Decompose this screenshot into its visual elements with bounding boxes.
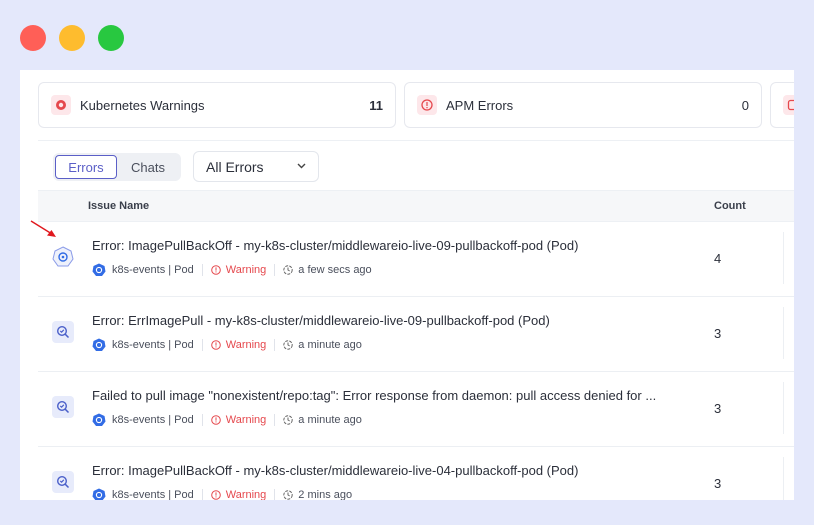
kubernetes-icon	[52, 246, 74, 268]
divider	[201, 489, 203, 500]
divider	[274, 339, 276, 351]
warning-icon	[210, 265, 221, 275]
main-content: Kubernetes Warnings 11 APM Errors 0 Erro…	[20, 70, 794, 500]
issue-count: 3	[714, 326, 722, 341]
table-row[interactable]: Error: ErrImagePull - my-k8s-cluster/mid…	[38, 297, 794, 372]
divider	[783, 457, 784, 500]
time-label: a minute ago	[298, 339, 362, 351]
issue-title[interactable]: Error: ImagePullBackOff - my-k8s-cluster…	[92, 238, 698, 253]
k8s-logo-icon	[92, 413, 106, 426]
severity-badge: Warning	[210, 489, 267, 500]
apm-error-icon	[417, 95, 437, 115]
warning-icon	[210, 340, 221, 350]
issue-count: 3	[714, 476, 722, 491]
card-partial[interactable]	[770, 82, 794, 128]
card-label: APM Errors	[446, 97, 514, 113]
issue-time: a few secs ago	[283, 264, 372, 276]
issue-title[interactable]: Failed to pull image "nonexistent/repo:t…	[92, 388, 698, 403]
issue-time: a minute ago	[283, 414, 362, 426]
severity-label: Warning	[225, 339, 267, 351]
clock-icon	[283, 490, 293, 500]
card-kubernetes-warnings[interactable]: Kubernetes Warnings 11	[38, 82, 396, 128]
issue-meta: k8s-events | Pod Warning a few secs ago	[92, 263, 372, 277]
warning-icon	[210, 490, 221, 500]
issue-source: k8s-events | Pod	[112, 414, 194, 426]
clock-icon	[283, 415, 293, 425]
error-icon	[783, 95, 794, 115]
divider	[274, 489, 276, 500]
divider	[783, 232, 784, 284]
warning-icon	[210, 415, 221, 425]
card-apm-errors[interactable]: APM Errors 0	[404, 82, 762, 128]
card-label: Kubernetes Warnings	[80, 97, 205, 113]
divider	[274, 264, 276, 276]
search-icon	[52, 321, 74, 343]
issue-count: 3	[714, 401, 722, 416]
issue-meta: k8s-events | Pod Warning 2 mins ago	[92, 488, 352, 500]
issue-time: 2 mins ago	[283, 489, 352, 500]
summary-cards: Kubernetes Warnings 11 APM Errors 0	[38, 82, 794, 130]
toolbar: Errors Chats All Errors	[38, 140, 794, 190]
k8s-logo-icon	[92, 263, 106, 276]
search-icon	[52, 471, 74, 493]
divider	[783, 307, 784, 359]
card-count: 0	[741, 97, 749, 113]
table-header: Issue Name Count	[38, 190, 794, 222]
tab-chats[interactable]: Chats	[117, 155, 179, 179]
issue-source: k8s-events | Pod	[112, 264, 194, 276]
pointer-arrow-icon	[30, 220, 56, 237]
issue-source: k8s-events | Pod	[112, 489, 194, 500]
minimize-window-button[interactable]	[59, 25, 85, 51]
error-filter-value: All Errors	[206, 158, 264, 175]
chevron-down-icon	[297, 161, 306, 172]
clock-icon	[283, 340, 293, 350]
divider	[274, 414, 276, 426]
error-filter-dropdown[interactable]: All Errors	[193, 151, 319, 182]
divider	[201, 414, 203, 426]
search-icon	[52, 396, 74, 418]
divider	[783, 382, 784, 434]
tab-errors[interactable]: Errors	[55, 155, 117, 179]
severity-badge: Warning	[210, 414, 267, 426]
column-issue-name[interactable]: Issue Name	[88, 200, 149, 212]
issue-meta: k8s-events | Pod Warning a minute ago	[92, 413, 362, 427]
time-label: a few secs ago	[298, 264, 372, 276]
window-controls	[20, 25, 124, 51]
close-window-button[interactable]	[20, 25, 46, 51]
issue-source: k8s-events | Pod	[112, 339, 194, 351]
maximize-window-button[interactable]	[98, 25, 124, 51]
k8s-logo-icon	[92, 338, 106, 351]
severity-badge: Warning	[210, 264, 267, 276]
column-count[interactable]: Count	[714, 200, 746, 212]
issue-meta: k8s-events | Pod Warning a minute ago	[92, 338, 362, 352]
k8s-logo-icon	[92, 488, 106, 500]
card-count: 11	[369, 97, 383, 113]
divider	[201, 339, 203, 351]
table-row[interactable]: Error: ImagePullBackOff - my-k8s-cluster…	[38, 447, 794, 500]
time-label: a minute ago	[298, 414, 362, 426]
clock-icon	[283, 265, 293, 275]
severity-label: Warning	[225, 414, 267, 426]
app-window: Kubernetes Warnings 11 APM Errors 0 Erro…	[0, 0, 814, 525]
issue-title[interactable]: Error: ImagePullBackOff - my-k8s-cluster…	[92, 463, 698, 478]
table-row[interactable]: Error: ImagePullBackOff - my-k8s-cluster…	[38, 222, 794, 297]
issue-time: a minute ago	[283, 339, 362, 351]
issue-title[interactable]: Error: ErrImagePull - my-k8s-cluster/mid…	[92, 313, 698, 328]
view-toggle: Errors Chats	[53, 153, 181, 181]
table-row[interactable]: Failed to pull image "nonexistent/repo:t…	[38, 372, 794, 447]
issue-count: 4	[714, 251, 722, 266]
severity-label: Warning	[225, 264, 267, 276]
time-label: 2 mins ago	[298, 489, 353, 500]
k8s-warning-icon	[51, 95, 71, 115]
severity-badge: Warning	[210, 339, 267, 351]
divider	[201, 264, 203, 276]
severity-label: Warning	[225, 489, 267, 500]
